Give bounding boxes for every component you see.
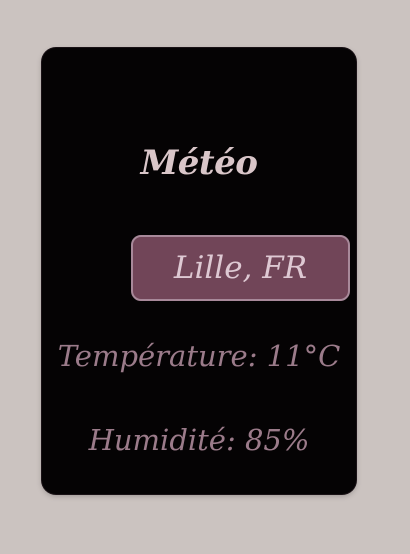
city-button[interactable]: Lille, FR [131, 235, 350, 301]
weather-card: Météo Lille, FR Température: 11°C Humidi… [42, 48, 356, 494]
temperature-readout: Température: 11°C [57, 339, 341, 373]
card-title: Météo [140, 143, 258, 183]
humidity-readout: Humidité: 85% [88, 423, 310, 457]
